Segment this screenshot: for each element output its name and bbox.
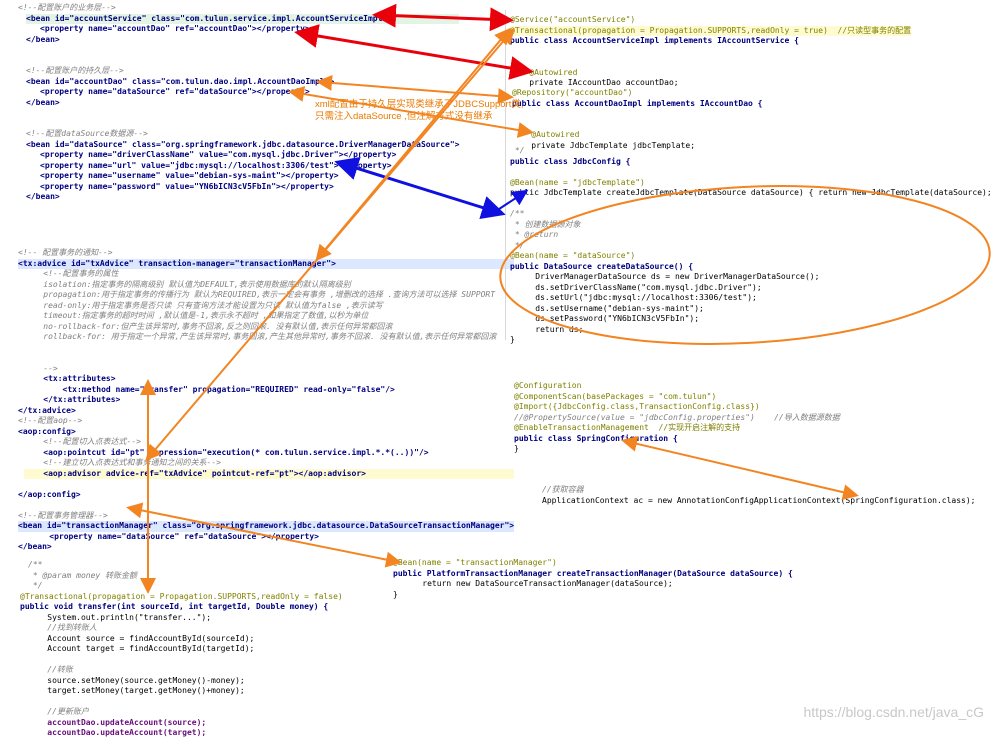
arrow-aop-advisor xyxy=(145,27,515,462)
arrow-jdbctemplate xyxy=(288,86,534,138)
arrow-transaction-manager xyxy=(126,502,402,568)
datasource-highlight-ellipse xyxy=(499,185,991,345)
arrow-datasource-jdbc xyxy=(492,189,529,214)
arrow-accountdao-bean xyxy=(316,74,514,105)
arrow-accountservice xyxy=(372,3,514,32)
code-line: accountDao.updateAccount(target); xyxy=(28,728,207,737)
watermark: https://blog.csdn.net/java_cG xyxy=(803,704,984,720)
arrow-spring-configuration xyxy=(621,435,859,501)
connector-arrows xyxy=(126,3,991,594)
